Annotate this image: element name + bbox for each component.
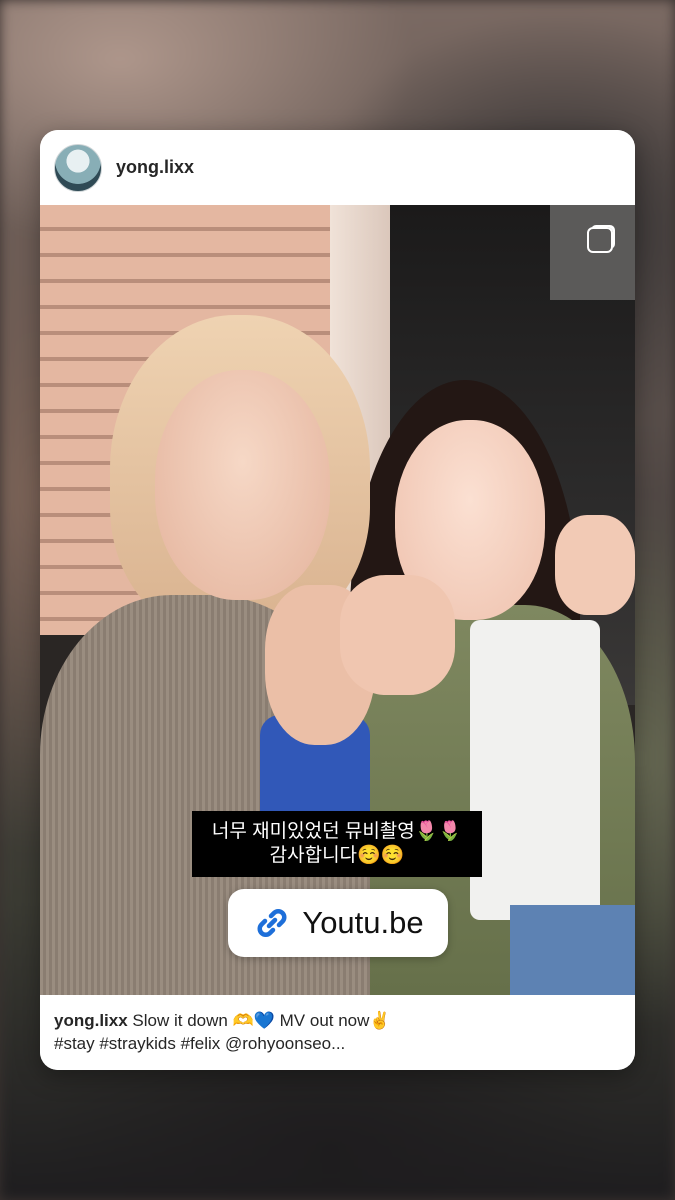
- sticker-line-1: 너무 재미있었던 뮤비촬영🌷🌷: [211, 821, 463, 842]
- post-card[interactable]: yong.lixx 너무 재미있었던 뮤비촬영🌷🌷 감사합니다☺️☺️ Yout…: [40, 130, 635, 1070]
- peace-sign-hand-right: [555, 515, 635, 615]
- link-icon: [257, 909, 287, 937]
- peace-sign-hand-middle: [340, 575, 455, 695]
- caption-text: Slow it down 🫶💙 MV out now✌️: [132, 1011, 391, 1030]
- caption-username[interactable]: yong.lixx: [54, 1011, 128, 1030]
- multiple-photos-icon: [587, 227, 613, 253]
- post-caption[interactable]: yong.lixx Slow it down 🫶💙 MV out now✌️ #…: [40, 995, 635, 1070]
- text-sticker: 너무 재미있었던 뮤비촬영🌷🌷 감사합니다☺️☺️: [192, 811, 482, 877]
- left-person-face: [155, 370, 330, 600]
- link-sticker-button[interactable]: Youtu.be: [228, 889, 448, 957]
- avatar[interactable]: [54, 143, 102, 192]
- post-header: yong.lixx: [40, 130, 635, 205]
- caption-line-1: yong.lixx Slow it down 🫶💙 MV out now✌️: [54, 1009, 621, 1032]
- caption-line-2: #stay #straykids #felix @rohyoonseo...: [54, 1034, 346, 1053]
- link-label: Youtu.be: [302, 905, 424, 940]
- post-photo[interactable]: 너무 재미있었던 뮤비촬영🌷🌷 감사합니다☺️☺️ Youtu.be: [40, 205, 635, 995]
- sticker-line-2: 감사합니다☺️☺️: [269, 845, 405, 866]
- white-shirt: [470, 620, 600, 920]
- jeans: [510, 905, 635, 995]
- post-username[interactable]: yong.lixx: [116, 157, 194, 178]
